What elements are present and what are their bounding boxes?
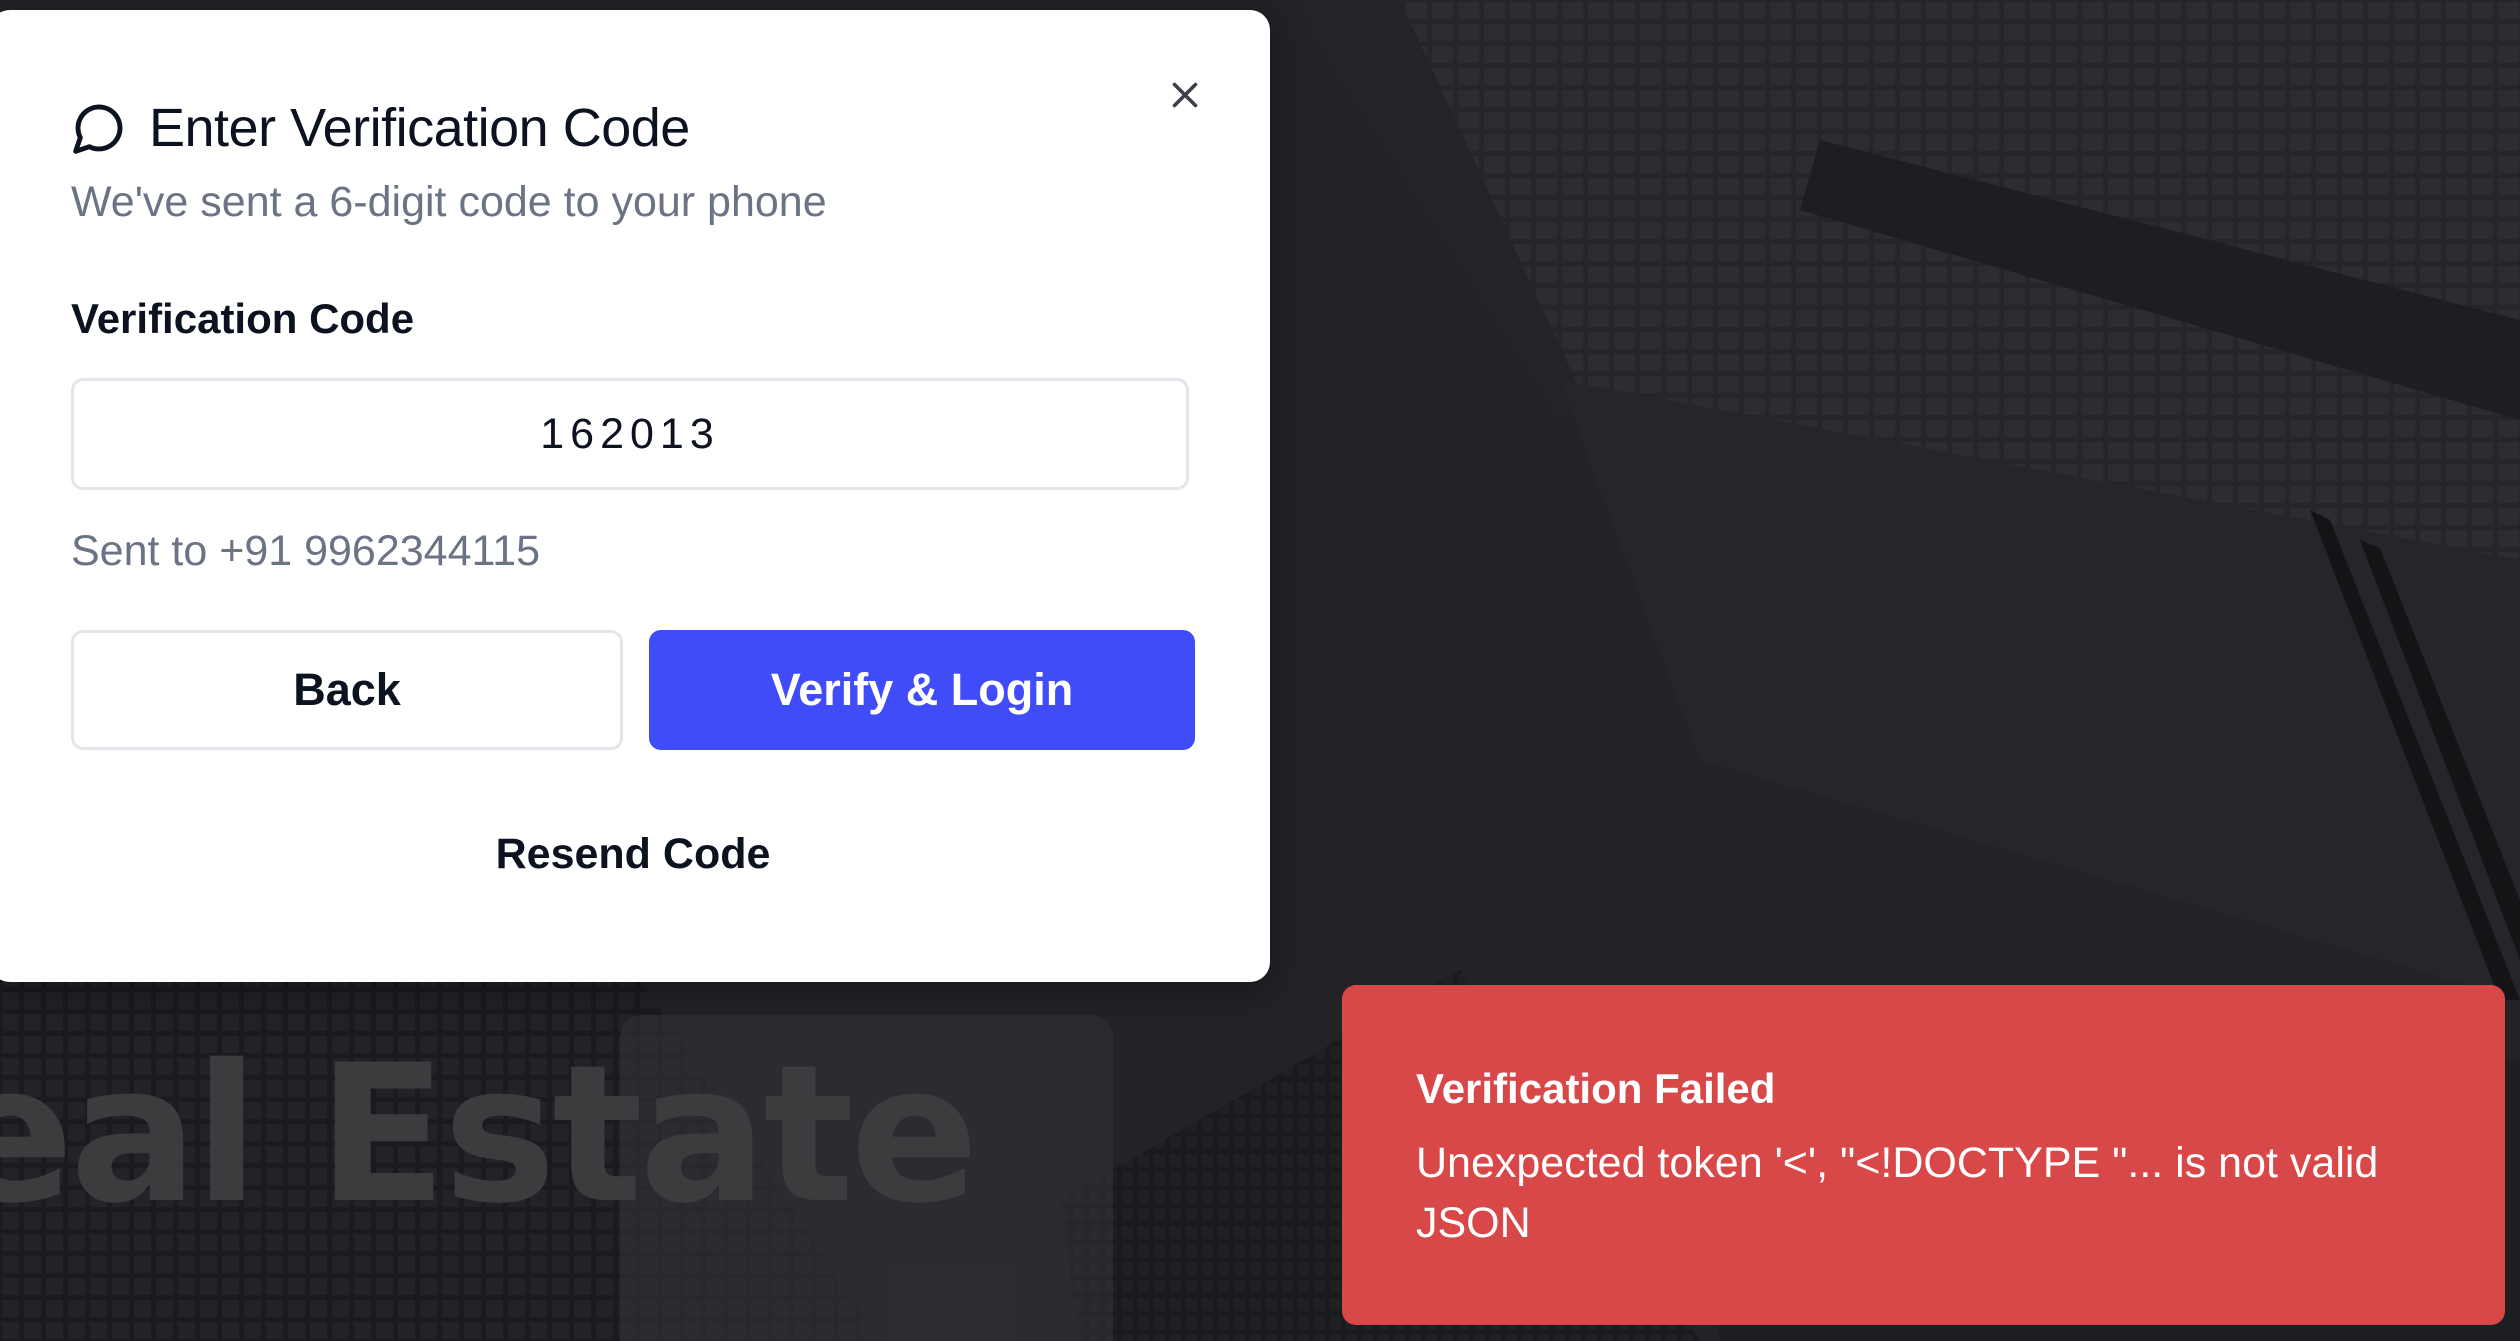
toast-title: Verification Failed — [1416, 1065, 1776, 1112]
verification-code-label: Verification Code — [71, 295, 415, 342]
back-button[interactable]: Back — [71, 630, 623, 750]
hero-title: eal Estate — [0, 1024, 979, 1245]
dialog-header: Enter Verification Code — [71, 96, 690, 160]
resend-code-link[interactable]: Resend Code — [71, 830, 1195, 879]
error-toast: Verification Failed Unexpected token '<'… — [1342, 985, 2505, 1325]
sent-to-text: Sent to +91 9962344115 — [71, 527, 541, 575]
verify-login-button[interactable]: Verify & Login — [649, 630, 1195, 750]
dialog-subtitle: We've sent a 6-digit code to your phone — [71, 178, 827, 226]
login-screen: eal Estate Enter Verification Code We've… — [0, 0, 2520, 1341]
message-circle-icon — [71, 100, 127, 156]
toast-message: Unexpected token '<', "<!DOCTYPE "... is… — [1416, 1139, 2379, 1247]
close-icon — [1172, 82, 1198, 108]
close-button[interactable] — [1160, 70, 1210, 120]
verification-dialog: Enter Verification Code We've sent a 6-d… — [0, 10, 1270, 982]
verification-code-input[interactable] — [71, 378, 1189, 490]
dialog-title: Enter Verification Code — [149, 98, 690, 158]
